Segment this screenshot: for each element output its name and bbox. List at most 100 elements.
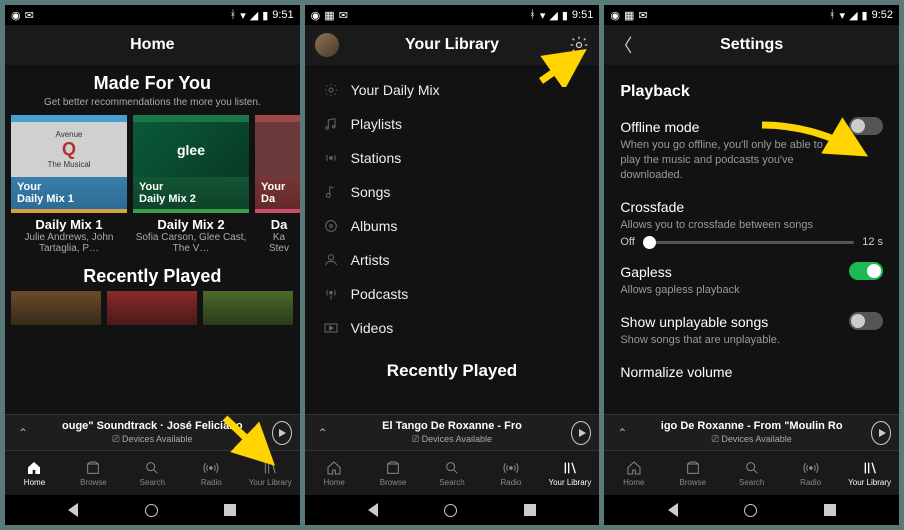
avatar[interactable] bbox=[315, 33, 339, 57]
recents-button[interactable] bbox=[824, 504, 836, 516]
nav-radio[interactable]: Radio bbox=[481, 451, 540, 495]
library-icon bbox=[262, 459, 278, 477]
nav-search[interactable]: Search bbox=[722, 451, 781, 495]
song-icon bbox=[323, 184, 351, 200]
podcast-icon bbox=[323, 286, 351, 302]
nav-radio[interactable]: Radio bbox=[182, 451, 241, 495]
lib-artists[interactable]: Artists bbox=[305, 243, 600, 277]
daily-mix-row[interactable]: Avenue Q The Musical Your Daily Mix 1 Da… bbox=[5, 115, 300, 254]
nav-home[interactable]: Home bbox=[604, 451, 663, 495]
radio-icon bbox=[203, 459, 219, 477]
home-button[interactable] bbox=[744, 504, 757, 517]
nav-library[interactable]: Your Library bbox=[540, 451, 599, 495]
page-title: Your Library bbox=[405, 36, 499, 54]
signal-icon: ◢ bbox=[549, 9, 557, 22]
clock: 9:51 bbox=[572, 9, 593, 21]
play-button[interactable] bbox=[871, 421, 891, 445]
library-icon bbox=[862, 459, 878, 477]
devices-available[interactable]: ⎚ Devices Available bbox=[632, 434, 871, 445]
settings-button[interactable] bbox=[569, 35, 589, 55]
play-button[interactable] bbox=[571, 421, 591, 445]
nav-browse[interactable]: Browse bbox=[364, 451, 423, 495]
nav-library[interactable]: Your Library bbox=[840, 451, 899, 495]
back-button[interactable] bbox=[68, 503, 78, 517]
app-icon-2: ✉ bbox=[25, 9, 34, 22]
lib-songs[interactable]: Songs bbox=[305, 175, 600, 209]
nav-library[interactable]: Your Library bbox=[241, 451, 300, 495]
home-button[interactable] bbox=[145, 504, 158, 517]
lib-podcasts[interactable]: Podcasts bbox=[305, 277, 600, 311]
daily-mix-card[interactable]: Your Da Da Ka Stev bbox=[255, 115, 300, 254]
signal-icon: ◢ bbox=[849, 9, 857, 22]
lib-item-label: Playlists bbox=[351, 116, 402, 132]
search-icon bbox=[744, 459, 760, 477]
lib-item-label: Your Daily Mix bbox=[351, 82, 440, 98]
chevron-up-icon[interactable]: ⌃ bbox=[612, 426, 632, 440]
recents-button[interactable] bbox=[524, 504, 536, 516]
offline-mode-toggle[interactable] bbox=[849, 117, 883, 135]
lib-videos[interactable]: Videos bbox=[305, 311, 600, 345]
play-button[interactable] bbox=[272, 421, 292, 445]
home-content[interactable]: Made For You Get better recommendations … bbox=[5, 65, 300, 414]
back-button[interactable] bbox=[668, 503, 678, 517]
recent-thumb[interactable] bbox=[203, 291, 293, 325]
recents-button[interactable] bbox=[224, 504, 236, 516]
search-icon bbox=[144, 459, 160, 477]
nav-browse[interactable]: Browse bbox=[663, 451, 722, 495]
recent-thumb[interactable] bbox=[11, 291, 101, 325]
chevron-up-icon[interactable]: ⌃ bbox=[13, 426, 33, 440]
bluetooth-icon: ᚼ bbox=[230, 9, 237, 21]
lib-item-label: Artists bbox=[351, 252, 390, 268]
now-playing-bar[interactable]: ⌃ igo De Roxanne - From "Moulin Ro ⎚ Dev… bbox=[604, 414, 899, 451]
nav-search[interactable]: Search bbox=[123, 451, 182, 495]
back-button[interactable] bbox=[368, 503, 378, 517]
bottom-nav: Home Browse Search Radio Your Library bbox=[604, 451, 899, 495]
devices-available[interactable]: ⎚ Devices Available bbox=[333, 434, 572, 445]
recent-thumb[interactable] bbox=[107, 291, 197, 325]
settings-content[interactable]: Playback Offline mode When you go offlin… bbox=[604, 65, 899, 414]
signal-icon: ◢ bbox=[250, 9, 258, 22]
gapless-toggle[interactable] bbox=[849, 262, 883, 280]
status-bar: ◉ ▦ ✉ ᚼ ▾ ◢ ▮ 9:52 bbox=[604, 5, 899, 25]
chevron-up-icon[interactable]: ⌃ bbox=[313, 426, 333, 440]
wifi-icon: ▾ bbox=[240, 9, 246, 22]
recent-row[interactable] bbox=[5, 287, 300, 325]
nav-radio[interactable]: Radio bbox=[781, 451, 840, 495]
home-icon bbox=[626, 459, 642, 477]
crossfade-slider[interactable] bbox=[643, 241, 854, 244]
daily-mix-cover: Your Da bbox=[255, 115, 300, 213]
android-nav bbox=[604, 495, 899, 525]
bluetooth-icon: ᚼ bbox=[529, 9, 536, 21]
home-icon bbox=[326, 459, 342, 477]
android-nav bbox=[5, 495, 300, 525]
daily-mix-card[interactable]: Avenue Q The Musical Your Daily Mix 1 Da… bbox=[11, 115, 127, 254]
nav-browse[interactable]: Browse bbox=[64, 451, 123, 495]
library-content[interactable]: Your Daily Mix Playlists Stations Songs … bbox=[305, 65, 600, 414]
devices-available[interactable]: ⎚ Devices Available bbox=[33, 434, 272, 445]
now-playing-bar[interactable]: ⌃ ouge" Soundtrack · José Feliciano ⎚ De… bbox=[5, 414, 300, 451]
daily-mix-cover: Avenue Q The Musical Your Daily Mix 1 bbox=[11, 115, 127, 213]
nav-home[interactable]: Home bbox=[305, 451, 364, 495]
page-title: Settings bbox=[720, 36, 783, 54]
lib-albums[interactable]: Albums bbox=[305, 209, 600, 243]
radio-icon bbox=[323, 150, 351, 166]
browse-icon bbox=[85, 459, 101, 477]
made-for-you-sub: Get better recommendations the more you … bbox=[23, 96, 282, 109]
lib-daily-mix[interactable]: Your Daily Mix bbox=[305, 73, 600, 107]
sun-icon bbox=[323, 82, 351, 98]
nav-search[interactable]: Search bbox=[423, 451, 482, 495]
unplayable-toggle[interactable] bbox=[849, 312, 883, 330]
back-button[interactable]: 〈 bbox=[614, 32, 632, 58]
lib-playlists[interactable]: Playlists bbox=[305, 107, 600, 141]
nav-home[interactable]: Home bbox=[5, 451, 64, 495]
daily-mix-card[interactable]: glee Your Daily Mix 2 Daily Mix 2 Sofia … bbox=[133, 115, 249, 254]
lib-item-label: Albums bbox=[351, 218, 398, 234]
video-icon bbox=[323, 320, 351, 336]
now-playing-bar[interactable]: ⌃ El Tango De Roxanne - Fro ⎚ Devices Av… bbox=[305, 414, 600, 451]
search-icon bbox=[444, 459, 460, 477]
home-button[interactable] bbox=[444, 504, 457, 517]
app-icon-1: ◉ bbox=[11, 9, 21, 22]
titlebar: Your Library bbox=[305, 25, 600, 65]
lib-stations[interactable]: Stations bbox=[305, 141, 600, 175]
wifi-icon: ▾ bbox=[540, 9, 546, 22]
